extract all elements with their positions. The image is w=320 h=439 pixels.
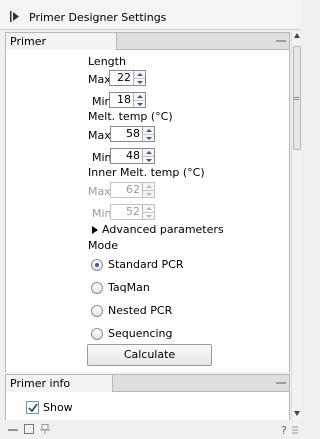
pin-icon[interactable] bbox=[40, 424, 50, 434]
inner-melt-temp-max-label: Max bbox=[88, 185, 111, 198]
increment-icon[interactable] bbox=[143, 127, 154, 135]
mode-heading: Mode bbox=[88, 239, 118, 252]
settings-title-bar: Primer Designer Settings bbox=[0, 0, 301, 30]
decrement-icon bbox=[143, 213, 154, 220]
minimize-icon[interactable] bbox=[276, 382, 286, 384]
radio-icon[interactable] bbox=[91, 305, 103, 317]
decrement-icon[interactable] bbox=[134, 79, 145, 86]
radio-icon[interactable] bbox=[91, 282, 103, 294]
restore-view-icon[interactable] bbox=[24, 424, 34, 434]
minimize-view-icon[interactable] bbox=[8, 426, 18, 434]
length-min-stepper[interactable]: 18 bbox=[109, 92, 146, 108]
inner-melt-temp-max-value: 62 bbox=[126, 183, 140, 196]
length-min-value[interactable]: 18 bbox=[110, 93, 133, 107]
calculate-button[interactable]: Calculate bbox=[87, 344, 212, 366]
show-label: Show bbox=[43, 401, 73, 414]
increment-icon[interactable] bbox=[143, 149, 154, 157]
inner-melt-temp-min-stepper: 52 bbox=[110, 204, 155, 220]
primer-parameters-header: Primer parameters bbox=[5, 32, 290, 61]
settings-title: Primer Designer Settings bbox=[29, 11, 167, 24]
melt-temp-max-value[interactable]: 58 bbox=[111, 127, 142, 141]
primer-info-header: Primer info bbox=[5, 374, 290, 392]
decrement-icon[interactable] bbox=[143, 135, 154, 142]
mode-option-label: Standard PCR bbox=[108, 258, 184, 271]
grip-icon bbox=[294, 97, 299, 100]
inner-melt-temp-heading: Inner Melt. temp (°C) bbox=[88, 166, 205, 179]
show-checkbox-row[interactable]: Show bbox=[26, 400, 86, 416]
checkmark-icon bbox=[28, 403, 38, 413]
tab-primer-parameters[interactable]: Primer parameters bbox=[5, 32, 117, 61]
mode-option-nested-pcr[interactable]: Nested PCR bbox=[91, 303, 221, 319]
collapse-toggle-icon[interactable] bbox=[10, 11, 20, 22]
mode-option-label: Nested PCR bbox=[108, 304, 173, 317]
melt-temp-min-stepper[interactable]: 48 bbox=[110, 148, 155, 164]
decrement-icon[interactable] bbox=[143, 157, 154, 164]
melt-temp-min-value[interactable]: 48 bbox=[111, 149, 142, 163]
inner-melt-temp-min-value: 52 bbox=[126, 205, 140, 218]
radio-icon[interactable] bbox=[91, 328, 103, 340]
length-heading: Length bbox=[88, 55, 126, 68]
increment-icon bbox=[143, 183, 154, 191]
advanced-parameters-label: Advanced parameters bbox=[102, 223, 224, 236]
mode-option-sequencing[interactable]: Sequencing bbox=[91, 326, 221, 342]
length-max-label: Max bbox=[88, 73, 111, 86]
mode-option-standard-pcr[interactable]: Standard PCR bbox=[91, 257, 221, 273]
minimize-icon[interactable] bbox=[276, 40, 286, 42]
decrement-icon bbox=[143, 191, 154, 198]
melt-temp-max-label: Max bbox=[88, 129, 111, 142]
mode-option-taqman[interactable]: TaqMan bbox=[91, 280, 221, 296]
length-max-stepper[interactable]: 22 bbox=[109, 70, 146, 86]
length-max-value[interactable]: 22 bbox=[110, 71, 133, 85]
show-checkbox[interactable] bbox=[26, 401, 39, 414]
footer-bar: ? bbox=[0, 421, 301, 439]
decrement-icon[interactable] bbox=[134, 101, 145, 108]
scroll-down-icon[interactable] bbox=[294, 411, 300, 416]
help-icon[interactable]: ? bbox=[281, 424, 287, 437]
mode-option-label: Sequencing bbox=[108, 327, 173, 340]
increment-icon bbox=[143, 205, 154, 213]
vertical-scrollbar[interactable] bbox=[291, 31, 301, 420]
inner-melt-temp-max-stepper: 62 bbox=[110, 182, 155, 198]
melt-temp-min-label: Min bbox=[92, 151, 112, 164]
inner-melt-temp-min-label: Min bbox=[92, 207, 112, 220]
mode-option-label: TaqMan bbox=[108, 281, 150, 294]
scroll-up-icon[interactable] bbox=[294, 33, 300, 38]
radio-icon[interactable] bbox=[91, 259, 103, 271]
melt-temp-heading: Melt. temp (°C) bbox=[88, 110, 173, 123]
increment-icon[interactable] bbox=[134, 93, 145, 101]
melt-temp-max-stepper[interactable]: 58 bbox=[110, 126, 155, 142]
expand-arrow-icon bbox=[92, 226, 98, 234]
tab-primer-info[interactable]: Primer info bbox=[5, 374, 113, 392]
resize-grip-icon[interactable] bbox=[292, 425, 298, 435]
increment-icon[interactable] bbox=[134, 71, 145, 79]
